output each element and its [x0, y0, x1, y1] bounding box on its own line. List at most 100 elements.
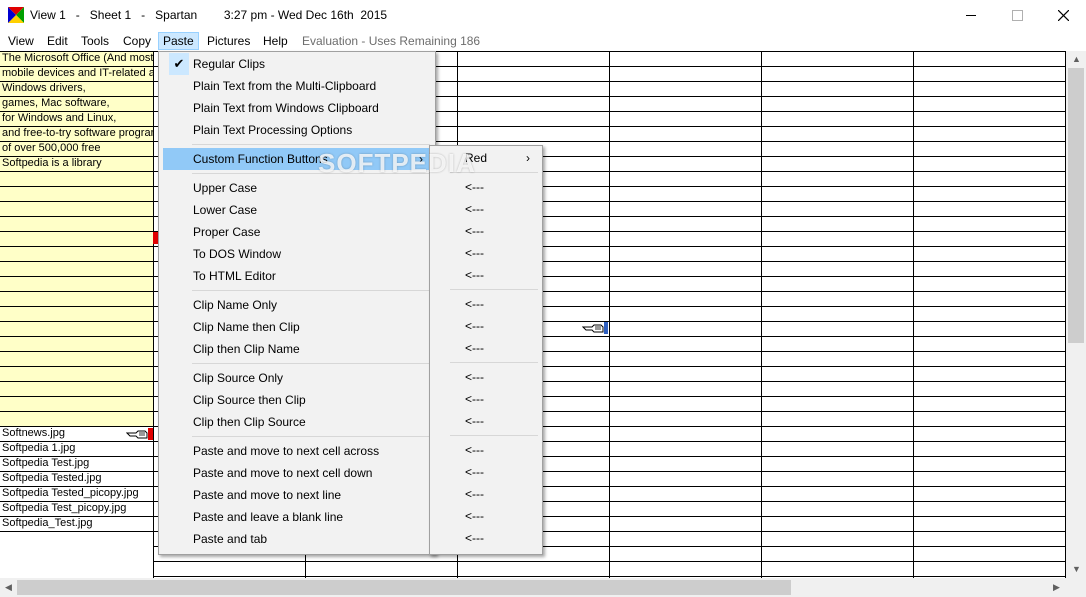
menu-item-label: Clip Name Only — [193, 298, 278, 312]
scroll-left-icon[interactable]: ◀ — [5, 582, 12, 593]
paste-menu-item[interactable]: Paste and move to next cell across — [163, 440, 431, 462]
menu-separator — [450, 435, 538, 436]
grid-cell[interactable] — [0, 277, 153, 292]
grid-cell[interactable]: and free-to-try software program — [0, 127, 153, 142]
menu-item-label: Proper Case — [193, 225, 261, 239]
grid-cell[interactable] — [0, 172, 153, 187]
menu-help[interactable]: Help — [259, 33, 292, 49]
grid-cell[interactable] — [0, 352, 153, 367]
horizontal-scroll-thumb[interactable] — [17, 580, 791, 595]
paste-menu-item[interactable]: Clip Source then Clip — [163, 389, 431, 411]
submenu-item-placeholder[interactable]: <--- — [434, 505, 538, 527]
submenu-item-label: <--- — [465, 297, 484, 311]
grid-cell[interactable] — [0, 412, 153, 427]
grid-cell[interactable] — [0, 322, 153, 337]
submenu-item-label: <--- — [465, 224, 484, 238]
grid-cell[interactable] — [0, 247, 153, 262]
submenu-item-placeholder[interactable]: <--- — [434, 461, 538, 483]
submenu-item-placeholder[interactable]: <--- — [434, 410, 538, 432]
submenu-item-placeholder[interactable]: <--- — [434, 198, 538, 220]
grid-cell[interactable]: Softpedia_Test.jpg — [0, 517, 153, 532]
grid-cell[interactable]: games, Mac software, — [0, 97, 153, 112]
submenu-item-placeholder[interactable]: <--- — [434, 220, 538, 242]
menu-separator — [192, 436, 430, 437]
vertical-scrollbar[interactable]: ▲ ▼ — [1066, 51, 1086, 578]
submenu-item-label: <--- — [465, 392, 484, 406]
paste-menu-item[interactable]: ✔ Regular Clips — [163, 53, 431, 75]
grid-cell[interactable]: mobile devices and IT-related ar — [0, 67, 153, 82]
minimize-button[interactable] — [948, 0, 994, 31]
grid-cell[interactable] — [0, 202, 153, 217]
vertical-scroll-thumb[interactable] — [1068, 68, 1084, 343]
grid-cell[interactable] — [0, 292, 153, 307]
grid-cell[interactable] — [0, 307, 153, 322]
paste-menu-item[interactable]: Clip Source Only — [163, 367, 431, 389]
submenu-item-placeholder[interactable]: <--- — [434, 264, 538, 286]
paste-menu-item[interactable]: Paste and move to next line — [163, 484, 431, 506]
grid-cell[interactable] — [0, 367, 153, 382]
grid-cell[interactable]: Softpedia Tested_picopy.jpg — [0, 487, 153, 502]
menu-edit[interactable]: Edit — [43, 33, 72, 49]
submenu-item-placeholder[interactable]: <--- — [434, 315, 538, 337]
paste-menu-item[interactable]: Plain Text Processing Options — [163, 119, 431, 141]
menu-copy[interactable]: Copy — [119, 33, 155, 49]
paste-menu-item[interactable]: Paste and leave a blank line — [163, 506, 431, 528]
grid-cell[interactable]: Softpedia Test.jpg — [0, 457, 153, 472]
paste-menu-item[interactable]: Clip Name Only — [163, 294, 431, 316]
grid-cell[interactable] — [0, 262, 153, 277]
menu-view[interactable]: View — [4, 33, 38, 49]
menu-paste[interactable]: Paste — [158, 32, 199, 50]
paste-menu-item[interactable]: Proper Case — [163, 221, 431, 243]
paste-menu-item[interactable]: Plain Text from the Multi-Clipboard — [163, 75, 431, 97]
paste-menu-item[interactable]: Paste and tab — [163, 528, 431, 550]
paste-menu-item[interactable]: Paste and move to next cell down — [163, 462, 431, 484]
pointing-hand-icon — [582, 324, 604, 333]
grid-cell[interactable] — [0, 217, 153, 232]
scroll-up-icon[interactable]: ▲ — [1072, 54, 1081, 64]
horizontal-scrollbar[interactable]: ◀ ▶ — [0, 578, 1086, 597]
paste-menu-item[interactable]: Clip Name then Clip — [163, 316, 431, 338]
submenu-item-placeholder[interactable]: <--- — [434, 439, 538, 461]
submenu-item-placeholder[interactable]: <--- — [434, 366, 538, 388]
menu-tools[interactable]: Tools — [77, 33, 113, 49]
grid-cell[interactable]: Windows drivers, — [0, 82, 153, 97]
grid-column-line — [913, 52, 914, 579]
grid-cell[interactable]: Softpedia Tested.jpg — [0, 472, 153, 487]
maximize-button[interactable] — [994, 0, 1040, 31]
menu-item-label: Paste and move to next line — [193, 488, 342, 502]
submenu-item-placeholder[interactable]: <--- — [434, 388, 538, 410]
paste-menu-item[interactable]: Clip then Clip Source — [163, 411, 431, 433]
cell-marker — [604, 322, 608, 334]
scroll-right-icon[interactable]: ▶ — [1053, 582, 1060, 593]
grid-cell[interactable]: Softpedia Test_picopy.jpg — [0, 502, 153, 517]
grid-cell[interactable] — [0, 397, 153, 412]
grid-cell[interactable] — [0, 187, 153, 202]
grid-cell[interactable] — [0, 232, 153, 247]
paste-menu-item[interactable]: Upper Case — [163, 177, 431, 199]
submenu-item-placeholder[interactable]: <--- — [434, 483, 538, 505]
grid-cell[interactable]: The Microsoft Office (And most — [0, 52, 153, 67]
submenu-arrow-icon: › — [526, 151, 530, 165]
paste-menu-item[interactable]: Plain Text from Windows Clipboard — [163, 97, 431, 119]
grid-cell[interactable] — [0, 337, 153, 352]
close-button[interactable] — [1040, 0, 1086, 31]
paste-menu-item[interactable]: Clip then Clip Name — [163, 338, 431, 360]
paste-menu-item[interactable]: Lower Case — [163, 199, 431, 221]
pointing-hand-icon — [126, 430, 148, 439]
grid-cell[interactable]: Softpedia is a library — [0, 157, 153, 172]
menu-pictures[interactable]: Pictures — [203, 33, 254, 49]
watermark: SOFTPEDIA — [318, 148, 476, 178]
grid-cell[interactable]: for Windows and Linux, — [0, 112, 153, 127]
submenu-item-placeholder[interactable]: <--- — [434, 242, 538, 264]
scroll-down-icon[interactable]: ▼ — [1072, 564, 1081, 574]
submenu-item-placeholder[interactable]: <--- — [434, 527, 538, 549]
submenu-item-placeholder[interactable]: <--- — [434, 176, 538, 198]
grid-cell[interactable]: Softpedia 1.jpg — [0, 442, 153, 457]
menu-item-label: Upper Case — [193, 181, 258, 195]
submenu-item-placeholder[interactable]: <--- — [434, 337, 538, 359]
grid-cell[interactable] — [0, 382, 153, 397]
paste-menu-item[interactable]: To HTML Editor — [163, 265, 431, 287]
submenu-item-placeholder[interactable]: <--- — [434, 293, 538, 315]
grid-cell[interactable]: of over 500,000 free — [0, 142, 153, 157]
paste-menu-item[interactable]: To DOS Window — [163, 243, 431, 265]
